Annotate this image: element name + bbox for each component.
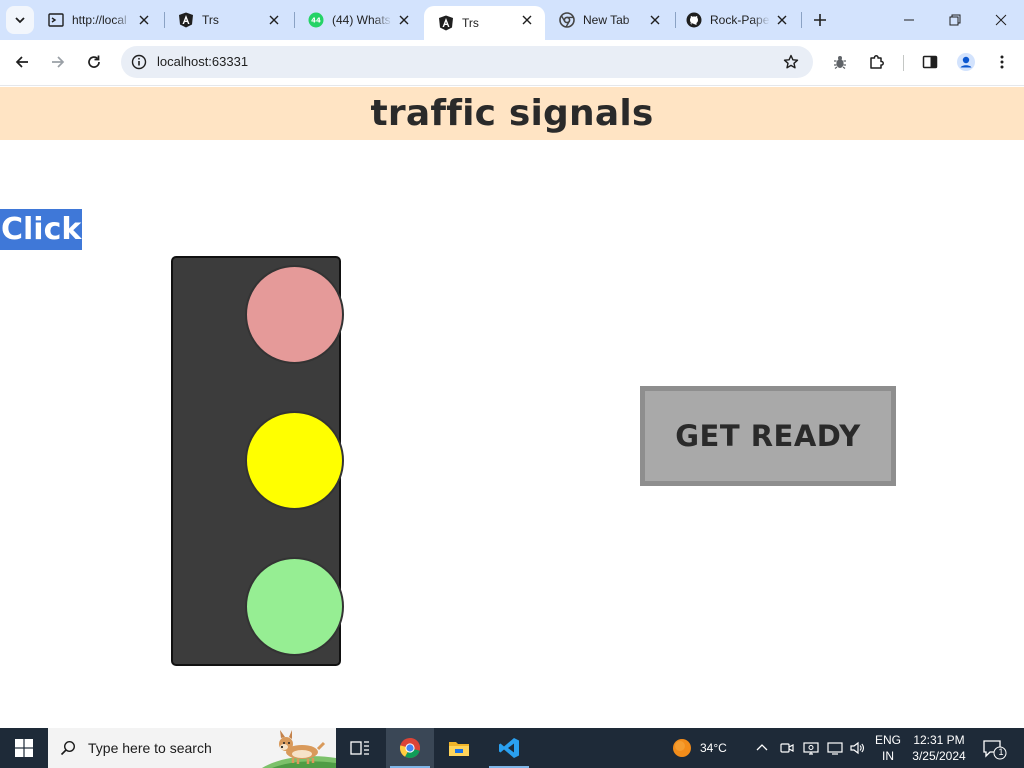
clock-date: 3/25/2024	[912, 749, 966, 763]
green-light	[245, 557, 344, 656]
site-info-icon[interactable]	[129, 52, 149, 72]
url-text[interactable]: localhost:63331	[157, 54, 248, 69]
display-icon[interactable]	[827, 740, 843, 756]
search-highlight-dog-illustration	[262, 730, 336, 768]
more-vertical-icon	[1000, 55, 1004, 69]
github-icon	[686, 12, 702, 28]
page-content: traffic signals Click GET READY	[0, 87, 1024, 728]
search-placeholder: Type here to search	[88, 740, 212, 756]
bookmark-star-icon[interactable]	[781, 52, 801, 72]
toolbar-divider	[903, 55, 904, 71]
tab-title: Rock-Pape	[710, 13, 770, 27]
task-view-icon	[350, 741, 369, 755]
status-display: GET READY	[640, 386, 896, 486]
tab-title: Trs	[462, 16, 479, 30]
taskbar-file-explorer[interactable]	[435, 728, 483, 768]
folder-icon	[449, 742, 469, 756]
new-tab-button[interactable]	[808, 8, 832, 32]
profile-button[interactable]	[951, 47, 981, 77]
taskbar-chrome[interactable]	[386, 728, 434, 768]
search-icon	[48, 740, 88, 756]
weather-temperature[interactable]: 34°C	[700, 740, 727, 756]
tab-title: (44) Whats	[332, 13, 391, 27]
notification-count: 1	[998, 747, 1004, 757]
back-button[interactable]	[7, 47, 37, 77]
reload-button[interactable]	[79, 47, 109, 77]
taskbar-search-box[interactable]: Type here to search	[48, 728, 336, 768]
chrome-icon	[399, 738, 421, 759]
meet-now-icon[interactable]	[779, 740, 795, 756]
extension-bug-button[interactable]	[825, 47, 855, 77]
weather-sun-icon[interactable]	[672, 738, 692, 758]
close-tab-icon[interactable]	[647, 12, 663, 28]
page-title: traffic signals	[370, 93, 654, 134]
side-panel-icon	[922, 55, 938, 69]
tab-5[interactable]: New Tab	[545, 0, 673, 40]
clock[interactable]: 12:31 PM 3/25/2024	[908, 732, 970, 764]
restore-icon	[949, 14, 961, 26]
status-text: GET READY	[675, 419, 861, 453]
menu-button[interactable]	[987, 47, 1017, 77]
network-icon[interactable]	[803, 740, 819, 756]
close-tab-icon[interactable]	[136, 12, 152, 28]
task-view-button[interactable]	[336, 728, 384, 768]
close-icon	[995, 14, 1007, 26]
language-code: ENG	[874, 733, 901, 747]
vscode-icon	[499, 738, 519, 758]
tab-strip: http://local Trs 44 (44) Whats Trs New T…	[0, 0, 1024, 40]
clock-time: 12:31 PM	[913, 733, 965, 747]
plus-icon	[814, 14, 826, 26]
tab-title: http://local	[72, 13, 127, 27]
close-window-button[interactable]	[978, 0, 1024, 40]
tab-4-active[interactable]: Trs	[424, 6, 545, 40]
arrow-left-icon	[15, 56, 28, 68]
volume-icon[interactable]	[849, 740, 865, 756]
notification-center-button[interactable]: 1	[982, 738, 1008, 760]
minimize-button[interactable]	[886, 0, 932, 40]
windows-taskbar: Type here to search 34°C ENG IN 12:31 PM…	[0, 728, 1024, 768]
traffic-light	[171, 256, 344, 666]
avatar-icon	[957, 53, 975, 71]
bug-icon	[834, 56, 846, 69]
language-indicator[interactable]: ENG IN	[874, 732, 902, 764]
tab-search-button[interactable]	[6, 6, 34, 34]
windows-logo-icon	[15, 739, 33, 757]
tab-title: Trs	[202, 13, 219, 27]
close-tab-icon[interactable]	[266, 12, 282, 28]
page-header: traffic signals	[0, 87, 1024, 140]
whatsapp-icon: 44	[308, 12, 324, 28]
terminal-icon	[48, 12, 64, 28]
close-tab-icon[interactable]	[774, 12, 790, 28]
start-button[interactable]	[0, 728, 48, 768]
minimize-icon	[904, 19, 914, 21]
yellow-light	[245, 411, 344, 510]
arrow-right-icon	[52, 56, 65, 68]
chevron-down-icon	[15, 17, 25, 24]
region-code: IN	[882, 749, 894, 763]
angular-icon	[438, 15, 454, 31]
tab-separator	[801, 12, 802, 28]
restore-button[interactable]	[932, 0, 978, 40]
forward-button[interactable]	[43, 47, 73, 77]
close-tab-icon[interactable]	[519, 12, 535, 28]
puzzle-icon	[870, 55, 884, 69]
tab-3[interactable]: 44 (44) Whats	[294, 0, 422, 40]
browser-toolbar: localhost:63331	[0, 40, 1024, 86]
angular-icon	[178, 12, 194, 28]
reload-icon	[88, 55, 100, 68]
chrome-icon	[559, 12, 575, 28]
extensions-button[interactable]	[862, 47, 892, 77]
click-button[interactable]: Click	[0, 209, 83, 250]
tab-6[interactable]: Rock-Pape	[672, 0, 800, 40]
tab-1[interactable]: http://local	[34, 0, 162, 40]
taskbar-vscode[interactable]	[485, 728, 533, 768]
red-light	[245, 265, 344, 364]
tab-title: New Tab	[583, 13, 630, 27]
chevron-up-icon[interactable]	[754, 740, 770, 756]
side-panel-button[interactable]	[915, 47, 945, 77]
tab-2[interactable]: Trs	[164, 0, 292, 40]
svg-text:44: 44	[311, 17, 321, 25]
close-tab-icon[interactable]	[396, 12, 412, 28]
address-bar[interactable]: localhost:63331	[121, 46, 813, 78]
